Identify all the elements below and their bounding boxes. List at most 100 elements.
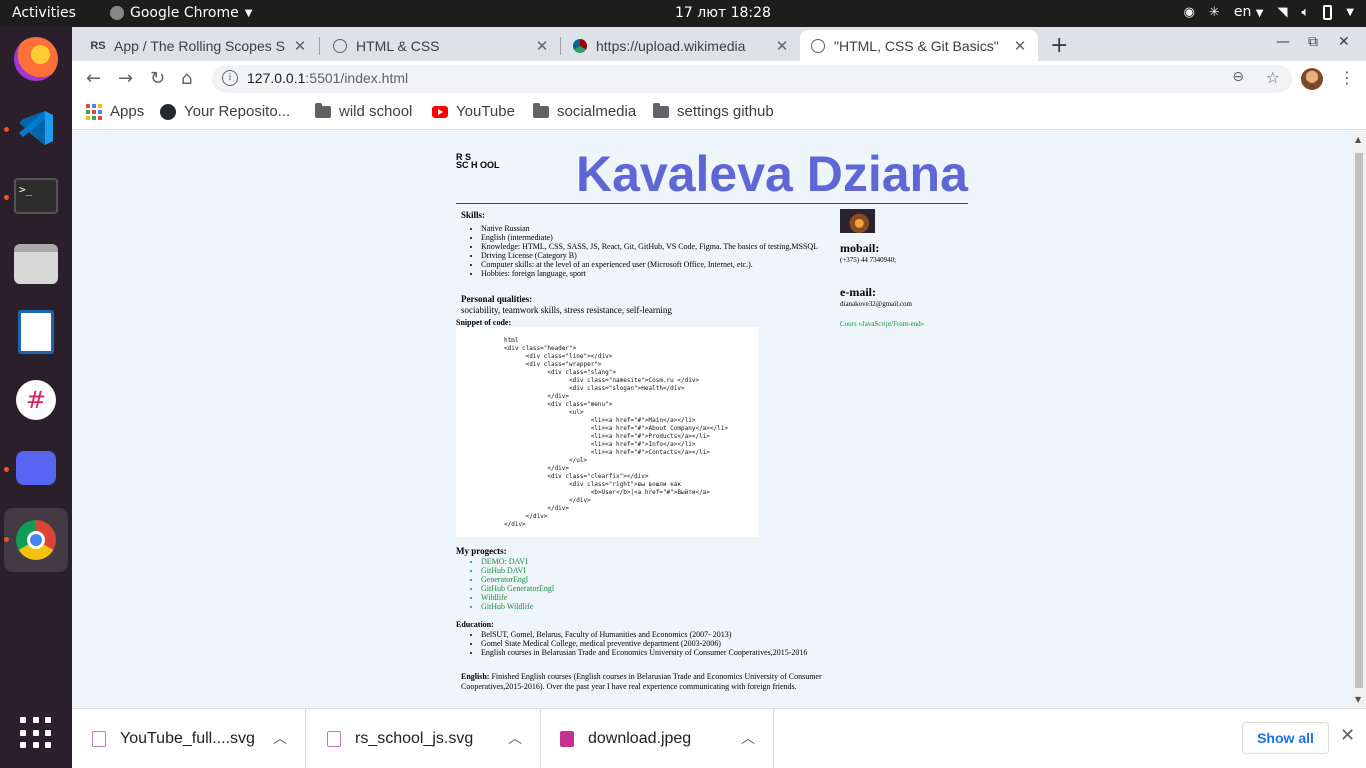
download-filename: rs_school_js.svg <box>355 730 474 747</box>
system-tray[interactable]: ◉ ✳ en ▼ ◥ 🔈︎ ▼ <box>1184 4 1354 20</box>
bookmark-apps[interactable]: Apps <box>86 103 144 120</box>
bookmark-youtube[interactable]: YouTube <box>432 103 515 120</box>
zoom-icon[interactable]: ⊖ <box>1232 69 1244 85</box>
folder-icon <box>315 102 331 118</box>
email-heading: e-mail: <box>840 285 876 299</box>
scroll-up-icon[interactable]: ▲ <box>1355 135 1361 144</box>
tab-html-css[interactable]: HTML & CSS ✕ <box>322 30 560 61</box>
writer-launcher[interactable] <box>12 308 60 356</box>
close-tab-icon[interactable]: ✕ <box>1012 37 1028 55</box>
code-snippet: html <div class="header"> <div class="li… <box>504 337 728 528</box>
projects-list: DEMO: DAVI GitHub DAVI GeneratorEngl Git… <box>481 557 554 611</box>
snippet-heading: Snippet of code: <box>456 318 512 327</box>
globe-icon <box>810 38 826 54</box>
language-indicator[interactable]: en ▼ <box>1234 4 1264 20</box>
project-link-generatorengl[interactable]: GeneratorEngl <box>481 575 554 584</box>
back-button[interactable]: ← <box>86 68 101 89</box>
slack-icon: # <box>16 380 56 420</box>
discord-tray-icon[interactable]: ◉ <box>1184 5 1195 20</box>
reload-button[interactable]: ↻ <box>150 68 165 89</box>
project-link-github-generatorengl[interactable]: GitHub GeneratorEngl <box>481 584 554 593</box>
close-icon[interactable]: ✕ <box>1340 725 1355 746</box>
firefox-icon <box>14 37 58 81</box>
github-icon <box>160 103 176 120</box>
education-heading: Education: <box>456 620 494 629</box>
minimize-button[interactable]: — <box>1276 34 1290 50</box>
volume-icon[interactable]: 🔈︎ <box>1301 5 1309 20</box>
discord-launcher[interactable] <box>12 444 60 492</box>
download-item[interactable]: download.jpeg ︿ <box>540 709 774 768</box>
project-link-wildlife[interactable]: Wildlife <box>481 593 554 602</box>
home-button[interactable]: ⌂ <box>181 68 192 89</box>
wifi-icon[interactable]: ◥ <box>1277 5 1287 20</box>
tab-rolling-scopes[interactable]: RS App / The Rolling Scopes S ✕ <box>80 30 318 61</box>
close-tab-icon[interactable]: ✕ <box>534 37 550 55</box>
download-item[interactable]: rs_school_js.svg ︿ <box>307 709 541 768</box>
chrome-icon <box>16 520 56 560</box>
page-scrollbar[interactable]: ▲ ▼ <box>1352 131 1366 708</box>
skills-list: Native Russian English (intermediate) Kn… <box>481 224 841 278</box>
tab-html-css-git-basics[interactable]: "HTML, CSS & Git Basics" ✕ <box>800 30 1038 61</box>
list-item: English courses in Belarusian Trade and … <box>481 648 881 657</box>
page-viewport: R S SC H OOL Kavaleva Dziana Skills: Nat… <box>72 131 1352 708</box>
slack-tray-icon[interactable]: ✳ <box>1209 5 1220 20</box>
maximize-button[interactable]: ⧉ <box>1308 34 1318 50</box>
course-link[interactable]: Cours «JavaScript/Front-end» <box>840 320 924 328</box>
bookmark-your-repositories[interactable]: Your Reposito... <box>160 103 290 120</box>
skills-heading: Skills: <box>461 210 486 220</box>
new-tab-button[interactable]: + <box>1050 33 1068 58</box>
forward-button[interactable]: → <box>118 68 133 89</box>
clock[interactable]: 17 лют 18:28 <box>675 5 771 21</box>
list-item: Computer skills: at the level of an expe… <box>481 260 841 269</box>
close-window-button[interactable]: ✕ <box>1338 34 1350 50</box>
app-menu[interactable]: Google Chrome ▼ <box>110 5 252 21</box>
chevron-up-icon[interactable]: ︿ <box>741 728 755 748</box>
url-host: 127.0.0.1 <box>247 70 306 86</box>
activities-button[interactable]: Activities <box>12 5 76 21</box>
bookmark-wild-school[interactable]: wild school <box>315 102 413 120</box>
files-launcher[interactable] <box>12 240 60 288</box>
chrome-menu-icon[interactable]: ⋮ <box>1339 68 1355 87</box>
download-item[interactable]: YouTube_full....svg ︿ <box>72 709 306 768</box>
close-tab-icon[interactable]: ✕ <box>292 37 308 55</box>
url-text: 127.0.0.1:5501/index.html <box>247 70 408 86</box>
bookmark-label: wild school <box>339 103 413 120</box>
vscode-launcher[interactable] <box>12 104 60 152</box>
profile-avatar[interactable] <box>1301 68 1323 90</box>
files-icon <box>14 244 58 284</box>
chevron-up-icon[interactable]: ︿ <box>508 728 522 748</box>
rs-favicon-icon: RS <box>90 39 106 52</box>
site-info-icon[interactable]: i <box>222 70 238 86</box>
globe-icon <box>332 38 348 54</box>
project-link-github-wildlife[interactable]: GitHub Wildlife <box>481 602 554 611</box>
list-item: English (intermediate) <box>481 233 841 242</box>
bookmark-socialmedia[interactable]: socialmedia <box>533 102 636 120</box>
scrollbar-thumb[interactable] <box>1355 153 1363 688</box>
bookmark-settings-github[interactable]: settings github <box>653 102 774 120</box>
downloads-bar: YouTube_full....svg ︿ rs_school_js.svg ︿… <box>72 708 1366 768</box>
tab-separator <box>319 37 320 55</box>
list-item: Driving License (Category B) <box>481 251 841 260</box>
bookmark-star-icon[interactable]: ☆ <box>1266 68 1280 87</box>
chevron-up-icon[interactable]: ︿ <box>273 728 287 748</box>
download-filename: download.jpeg <box>588 730 692 747</box>
profile-photo <box>840 209 875 233</box>
slack-launcher[interactable]: # <box>12 376 60 424</box>
show-all-button[interactable]: Show all <box>1242 722 1329 754</box>
show-applications-icon[interactable] <box>20 717 52 749</box>
terminal-launcher[interactable]: >_ <box>12 172 60 220</box>
firefox-launcher[interactable] <box>12 35 60 83</box>
tab-strip: RS App / The Rolling Scopes S ✕ HTML & C… <box>72 27 1366 61</box>
project-link-github-davi[interactable]: GitHub DAVI <box>481 566 554 575</box>
mobile-value: (+375) 44 7340940; <box>840 256 897 264</box>
tab-wikimedia[interactable]: https://upload.wikimedia ✕ <box>562 30 800 61</box>
close-tab-icon[interactable]: ✕ <box>774 37 790 55</box>
running-indicator <box>4 195 9 200</box>
scroll-down-icon[interactable]: ▼ <box>1355 695 1361 704</box>
tab-title: App / The Rolling Scopes S <box>114 37 285 54</box>
chevron-down-icon[interactable]: ▼ <box>1346 7 1354 18</box>
chrome-launcher[interactable] <box>12 516 60 564</box>
address-bar[interactable]: i 127.0.0.1:5501/index.html ⊖ ☆ <box>212 65 1292 93</box>
project-link-demo-davi[interactable]: DEMO: DAVI <box>481 557 554 566</box>
battery-icon[interactable] <box>1323 4 1333 20</box>
